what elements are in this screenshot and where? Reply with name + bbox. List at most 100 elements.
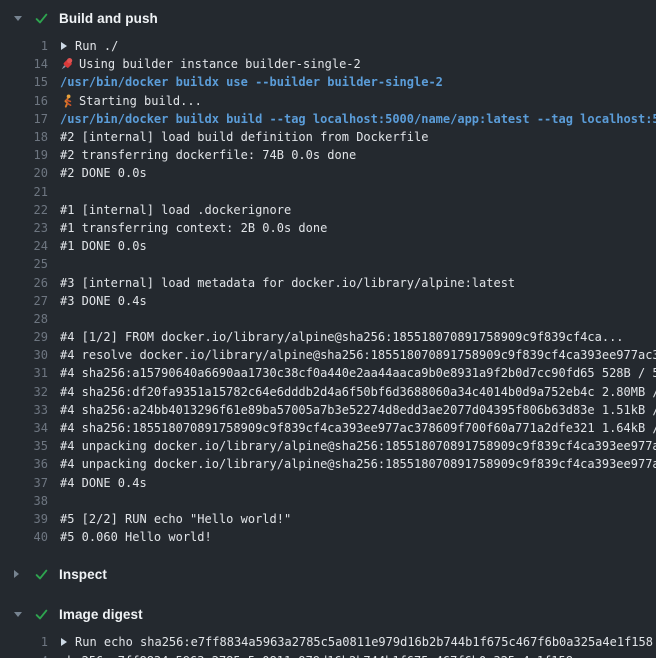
log-line-text: /usr/bin/docker buildx build --tag local… bbox=[60, 112, 656, 126]
line-number[interactable]: 38 bbox=[0, 494, 48, 508]
check-icon bbox=[34, 11, 49, 26]
line-number[interactable]: 23 bbox=[0, 221, 48, 235]
log-line-content: #1 transferring context: 2B 0.0s done bbox=[60, 221, 656, 235]
log-line-content: Run echo sha256:e7ff8834a5963a2785c5a081… bbox=[60, 635, 656, 649]
log-row: 21 bbox=[0, 183, 656, 201]
log-row: 36 #4 unpacking docker.io/library/alpine@… bbox=[0, 455, 656, 473]
log-row: 33 #4 sha256:a24bb4013296f61e89ba57005a7b… bbox=[0, 401, 656, 419]
log-row: 23 #1 transferring context: 2B 0.0s done bbox=[0, 219, 656, 237]
log-row: 20 #2 DONE 0.0s bbox=[0, 164, 656, 182]
section-title: Build and push bbox=[59, 11, 158, 26]
line-number[interactable]: 16 bbox=[0, 94, 48, 108]
line-number[interactable]: 28 bbox=[0, 312, 48, 326]
line-number[interactable]: 33 bbox=[0, 403, 48, 417]
log-line-text: Run ./ bbox=[75, 39, 118, 53]
line-number[interactable]: 25 bbox=[0, 257, 48, 271]
expand-group-icon[interactable] bbox=[60, 637, 68, 647]
line-number[interactable]: 14 bbox=[0, 57, 48, 71]
section-header-build-and-push[interactable]: Build and push bbox=[0, 2, 656, 34]
runner-icon bbox=[60, 94, 74, 108]
log-line-text: #1 DONE 0.0s bbox=[60, 239, 147, 253]
line-number[interactable]: 26 bbox=[0, 276, 48, 290]
log-line-text: #4 unpacking docker.io/library/alpine@sh… bbox=[60, 439, 656, 453]
log-line-text: #4 unpacking docker.io/library/alpine@sh… bbox=[60, 457, 656, 471]
log-row: 31 #4 sha256:a15790640a6690aa1730c38cf0a4… bbox=[0, 364, 656, 382]
log-row: 34 #4 sha256:185518070891758909c9f839cf4c… bbox=[0, 419, 656, 437]
line-number[interactable]: 1 bbox=[0, 635, 48, 649]
line-number[interactable]: 24 bbox=[0, 239, 48, 253]
log-line-text: Run echo sha256:e7ff8834a5963a2785c5a081… bbox=[75, 635, 653, 649]
log-line-content: #4 sha256:a24bb4013296f61e89ba57005a7b3e… bbox=[60, 403, 656, 417]
line-number[interactable]: 19 bbox=[0, 148, 48, 162]
log-line-content: #4 sha256:a15790640a6690aa1730c38cf0a440… bbox=[60, 366, 656, 380]
log-row: 25 bbox=[0, 255, 656, 273]
line-number[interactable]: 31 bbox=[0, 366, 48, 380]
log-row: 27 #3 DONE 0.4s bbox=[0, 292, 656, 310]
log-line-content: #4 [1/2] FROM docker.io/library/alpine@s… bbox=[60, 330, 656, 344]
log-line-content: #3 DONE 0.4s bbox=[60, 294, 656, 308]
line-number[interactable]: 34 bbox=[0, 421, 48, 435]
line-number[interactable]: 29 bbox=[0, 330, 48, 344]
log-line-text: #4 sha256:df20fa9351a15782c64e6dddb2d4a6… bbox=[60, 385, 656, 399]
log-group-row[interactable]: 1 Run echo sha256:e7ff8834a5963a2785c5a08… bbox=[0, 633, 656, 651]
line-number[interactable]: 27 bbox=[0, 294, 48, 308]
line-number[interactable]: 4 bbox=[0, 654, 48, 658]
log-line-content: #4 DONE 0.4s bbox=[60, 476, 656, 490]
line-number[interactable]: 32 bbox=[0, 385, 48, 399]
line-number[interactable]: 37 bbox=[0, 476, 48, 490]
section-title: Inspect bbox=[59, 567, 107, 582]
log-row: 29 #4 [1/2] FROM docker.io/library/alpine… bbox=[0, 328, 656, 346]
workflow-log-viewer: Build and push1Run ./14Using builder ins… bbox=[0, 0, 656, 658]
line-number[interactable]: 21 bbox=[0, 185, 48, 199]
log-row: 38 bbox=[0, 492, 656, 510]
line-number[interactable]: 20 bbox=[0, 166, 48, 180]
log-section-inspect: Inspect bbox=[0, 558, 656, 590]
log-row: 40 #5 0.060 Hello world! bbox=[0, 528, 656, 546]
log-row: 22 #1 [internal] load .dockerignore bbox=[0, 201, 656, 219]
pushpin-icon bbox=[60, 57, 74, 71]
log-line-text: #2 DONE 0.0s bbox=[60, 166, 147, 180]
log-line-text: #4 DONE 0.4s bbox=[60, 476, 147, 490]
line-number[interactable]: 39 bbox=[0, 512, 48, 526]
line-number[interactable]: 36 bbox=[0, 457, 48, 471]
line-number[interactable]: 15 bbox=[0, 75, 48, 89]
log-line-text: #5 0.060 Hello world! bbox=[60, 530, 212, 544]
chevron-down-icon bbox=[14, 16, 26, 21]
log-line-text: #4 [1/2] FROM docker.io/library/alpine@s… bbox=[60, 330, 624, 344]
log-line-text: #3 DONE 0.4s bbox=[60, 294, 147, 308]
section-header-inspect[interactable]: Inspect bbox=[0, 558, 656, 590]
log-line-content: #4 resolve docker.io/library/alpine@sha2… bbox=[60, 348, 656, 362]
section-title: Image digest bbox=[59, 607, 143, 622]
log-line-text: #1 transferring context: 2B 0.0s done bbox=[60, 221, 327, 235]
log-row: 24 #1 DONE 0.0s bbox=[0, 237, 656, 255]
line-number[interactable]: 17 bbox=[0, 112, 48, 126]
check-icon bbox=[34, 607, 49, 622]
line-number[interactable]: 22 bbox=[0, 203, 48, 217]
log-line-content: #2 [internal] load build definition from… bbox=[60, 130, 656, 144]
log-line-content: #2 DONE 0.0s bbox=[60, 166, 656, 180]
line-number[interactable]: 18 bbox=[0, 130, 48, 144]
line-number[interactable]: 35 bbox=[0, 439, 48, 453]
log-line-content: #4 sha256:185518070891758909c9f839cf4ca3… bbox=[60, 421, 656, 435]
log-line-content: #4 unpacking docker.io/library/alpine@sh… bbox=[60, 439, 656, 453]
log-line-text: Starting build... bbox=[79, 94, 202, 108]
log-line-text: #4 sha256:a24bb4013296f61e89ba57005a7b3e… bbox=[60, 403, 656, 417]
line-number[interactable]: 40 bbox=[0, 530, 48, 544]
log-line-content: Run ./ bbox=[60, 39, 656, 53]
log-row: 16 Starting build... bbox=[0, 92, 656, 110]
log-row: 17/usr/bin/docker buildx build --tag loc… bbox=[0, 110, 656, 128]
log-line-text: /usr/bin/docker buildx use --builder bui… bbox=[60, 75, 443, 89]
log-section-image-digest: Image digest 1 Run echo sha256:e7ff8834a59… bbox=[0, 598, 656, 658]
log-line-content: #1 DONE 0.0s bbox=[60, 239, 656, 253]
expand-group-icon[interactable] bbox=[60, 41, 68, 51]
line-number[interactable]: 30 bbox=[0, 348, 48, 362]
log-group-row[interactable]: 1 Run ./ bbox=[0, 37, 656, 55]
log-row: 19#2 transferring dockerfile: 74B 0.0s d… bbox=[0, 146, 656, 164]
log-lines: 1 Run echo sha256:e7ff8834a5963a2785c5a08… bbox=[0, 630, 656, 658]
line-number[interactable]: 1 bbox=[0, 39, 48, 53]
log-line-content: #1 [internal] load .dockerignore bbox=[60, 203, 656, 217]
log-row: 28 bbox=[0, 310, 656, 328]
section-header-image-digest[interactable]: Image digest bbox=[0, 598, 656, 630]
log-row: 32 #4 sha256:df20fa9351a15782c64e6dddb2d4… bbox=[0, 383, 656, 401]
log-line-text: Using builder instance builder-single-2 bbox=[79, 57, 361, 71]
